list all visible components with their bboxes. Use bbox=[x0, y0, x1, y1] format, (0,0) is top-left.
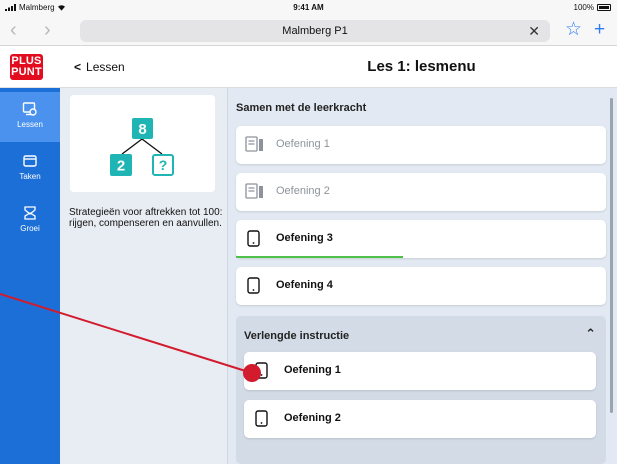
lesson-description: Strategieën voor aftrekken tot 100: rijg… bbox=[69, 207, 223, 229]
exercise-card-1[interactable]: Oefening 1 bbox=[236, 126, 606, 164]
exercise-label: Oefening 1 bbox=[276, 138, 330, 150]
group-title: Verlengde instructie bbox=[244, 330, 350, 342]
address-title: Malmberg P1 bbox=[282, 25, 348, 37]
battery-info: 100% bbox=[574, 3, 611, 12]
group-exercise-card-2[interactable]: Oefening 2 bbox=[244, 400, 596, 438]
exercise-card-2[interactable]: Oefening 2 bbox=[236, 173, 606, 211]
lessons-icon bbox=[22, 102, 37, 116]
rail-label-taken: Taken bbox=[19, 172, 41, 181]
tablet-icon bbox=[255, 410, 268, 427]
group-exercise-card-1[interactable]: Oefening 1 bbox=[244, 352, 596, 390]
scrollbar[interactable] bbox=[610, 98, 613, 413]
tasks-icon bbox=[23, 155, 37, 167]
exercise-progress-bar bbox=[236, 256, 403, 258]
back-button[interactable]: < Lessen bbox=[74, 60, 125, 74]
rail-item-taken[interactable]: Taken bbox=[0, 144, 60, 194]
address-bar[interactable]: Malmberg P1 ✕ bbox=[80, 20, 550, 42]
number-split-diagram: 8 2 ? bbox=[70, 95, 215, 192]
worksheet-icon bbox=[245, 136, 263, 152]
exercise-card-3[interactable]: Oefening 3 bbox=[236, 220, 606, 258]
battery-percent: 100% bbox=[573, 3, 594, 12]
section-title: Samen met de leerkracht bbox=[236, 102, 367, 114]
battery-icon bbox=[597, 4, 611, 11]
growth-icon bbox=[24, 206, 36, 220]
chevron-left-icon: < bbox=[74, 60, 82, 74]
exercise-label: Oefening 2 bbox=[284, 412, 341, 424]
tablet-icon bbox=[247, 277, 260, 294]
rail-item-groei[interactable]: Groei bbox=[0, 196, 60, 246]
rail-item-lessen[interactable]: Lessen bbox=[0, 92, 60, 142]
diagram-left-value: 2 bbox=[117, 158, 125, 175]
main-navigation-rail: Lessen Taken Groei bbox=[0, 88, 60, 464]
status-bar: Malmberg 9:41 AM 100% bbox=[0, 0, 617, 16]
rail-label-groei: Groei bbox=[20, 224, 40, 233]
rail-label-lessen: Lessen bbox=[17, 120, 43, 129]
diagram-right-value: ? bbox=[159, 157, 168, 173]
extended-instruction-group: Verlengde instructie ⌃ Oefening 1 Oefeni… bbox=[236, 316, 606, 464]
logo-area: PLUS PUNT bbox=[0, 46, 60, 88]
diagram-top-value: 8 bbox=[138, 121, 146, 138]
page-header: < Lessen Les 1: lesmenu bbox=[60, 46, 617, 88]
close-icon[interactable]: ✕ bbox=[528, 20, 540, 42]
lesson-info-panel: 8 2 ? Strategieën voor aftrekken tot 100… bbox=[60, 88, 227, 464]
tablet-icon bbox=[255, 362, 268, 379]
chevron-right-icon[interactable]: › bbox=[44, 20, 51, 40]
star-icon[interactable]: ☆ bbox=[565, 19, 582, 41]
logo-line-2: PUNT bbox=[11, 66, 42, 78]
tablet-icon bbox=[247, 230, 260, 247]
worksheet-icon bbox=[245, 183, 263, 199]
plus-icon[interactable]: + bbox=[594, 19, 605, 41]
exercise-card-4[interactable]: Oefening 4 bbox=[236, 267, 606, 305]
chevron-up-icon[interactable]: ⌃ bbox=[585, 326, 596, 342]
pluspunt-logo: PLUS PUNT bbox=[10, 54, 43, 80]
exercise-list: Samen met de leerkracht Oefening 1 Oefen… bbox=[227, 88, 617, 464]
status-time: 9:41 AM bbox=[293, 3, 324, 12]
page-title: Les 1: lesmenu bbox=[367, 58, 476, 75]
chevron-left-icon[interactable]: ‹ bbox=[10, 20, 17, 40]
back-label: Lessen bbox=[86, 60, 125, 74]
exercise-label: Oefening 2 bbox=[276, 185, 330, 197]
exercise-label: Oefening 4 bbox=[276, 279, 333, 291]
exercise-label: Oefening 3 bbox=[276, 232, 333, 244]
exercise-label: Oefening 1 bbox=[284, 364, 341, 376]
browser-toolbar: ‹ › Malmberg P1 ✕ ☆ + bbox=[0, 16, 617, 46]
split-diagram-svg: 8 2 ? bbox=[110, 118, 174, 176]
